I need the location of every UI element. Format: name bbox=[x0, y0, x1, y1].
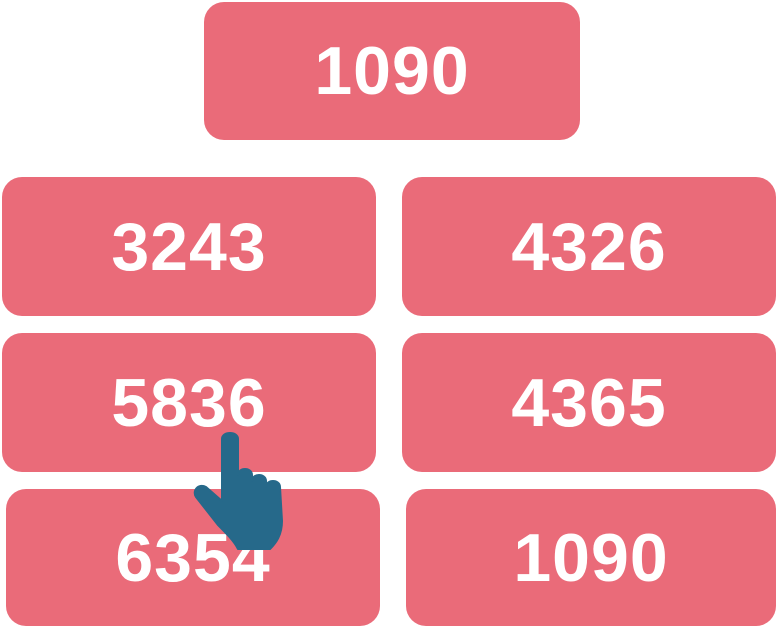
option-number: 5836 bbox=[111, 364, 267, 441]
option-tile-4[interactable]: 4365 bbox=[402, 333, 776, 472]
target-number-tile: 1090 bbox=[204, 2, 580, 140]
option-tile-2[interactable]: 4326 bbox=[402, 177, 776, 316]
option-number: 4326 bbox=[511, 208, 667, 285]
option-tile-1[interactable]: 3243 bbox=[2, 177, 376, 316]
option-number: 3243 bbox=[111, 208, 267, 285]
option-number: 6354 bbox=[115, 519, 271, 596]
option-tile-5[interactable]: 6354 bbox=[6, 489, 380, 626]
option-tile-3[interactable]: 5836 bbox=[2, 333, 376, 472]
option-number: 4365 bbox=[511, 364, 667, 441]
game-board: 1090 3243 4326 5836 4365 6354 1090 bbox=[0, 0, 780, 628]
option-tile-6[interactable]: 1090 bbox=[406, 489, 776, 626]
target-number: 1090 bbox=[314, 33, 470, 109]
option-number: 1090 bbox=[513, 519, 669, 596]
